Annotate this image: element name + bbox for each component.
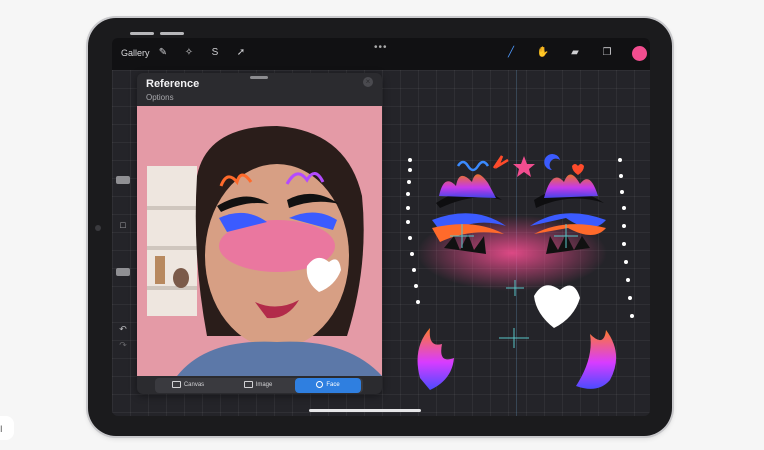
lightning-doodle bbox=[492, 155, 509, 169]
brush-icon[interactable]: ╱ bbox=[504, 46, 518, 60]
close-icon[interactable]: × bbox=[363, 77, 373, 87]
tab-image[interactable]: Image bbox=[225, 378, 291, 393]
reference-face-camera bbox=[137, 106, 382, 376]
heart-doodle bbox=[572, 164, 584, 175]
tab-canvas[interactable]: Canvas bbox=[155, 378, 221, 393]
right-flame-bottom bbox=[576, 330, 617, 389]
gallery-button[interactable]: Gallery bbox=[121, 48, 150, 58]
magic-wand-icon[interactable]: ✧ bbox=[182, 46, 196, 60]
home-indicator[interactable] bbox=[309, 409, 421, 412]
eraser-icon[interactable]: ▰ bbox=[568, 46, 582, 60]
left-flame-top bbox=[439, 174, 496, 198]
star-doodle bbox=[513, 156, 535, 177]
more-options-icon[interactable]: ••• bbox=[374, 42, 388, 53]
reference-panel: Reference Options × Canvas Image Face bbox=[137, 73, 382, 394]
redo-icon[interactable]: ↷ bbox=[117, 340, 129, 352]
white-heart bbox=[534, 285, 580, 328]
squiggle-doodle bbox=[456, 160, 490, 172]
panel-drag-handle[interactable] bbox=[250, 76, 268, 79]
options-link[interactable]: Options bbox=[146, 93, 174, 102]
smudge-icon[interactable]: ✋ bbox=[536, 46, 550, 60]
modify-button[interactable]: □ bbox=[117, 220, 129, 232]
left-flame-bottom bbox=[417, 328, 454, 390]
volume-button bbox=[160, 32, 184, 35]
color-picker-swatch[interactable] bbox=[632, 46, 647, 61]
opacity-slider[interactable] bbox=[116, 268, 130, 276]
edge-label: I bbox=[0, 424, 3, 434]
transform-arrow-icon[interactable]: ➚ bbox=[234, 46, 248, 60]
tab-face[interactable]: Face bbox=[295, 378, 361, 393]
procreate-screen: Gallery ✎ ✧ S ➚ ••• ╱ ✋ ▰ ❐ □ ↶ ↷ Refere… bbox=[112, 38, 650, 416]
top-toolbar: Gallery ✎ ✧ S ➚ ••• ╱ ✋ ▰ ❐ bbox=[112, 38, 650, 70]
reference-mode-tabs: Canvas Image Face bbox=[155, 378, 363, 393]
volume-button bbox=[130, 32, 154, 35]
undo-icon[interactable]: ↶ bbox=[117, 324, 129, 336]
panel-title: Reference bbox=[146, 78, 200, 90]
moon-doodle bbox=[544, 154, 560, 170]
face-paint-artwork[interactable] bbox=[384, 108, 646, 408]
layers-icon[interactable]: ❐ bbox=[600, 46, 614, 60]
front-camera bbox=[95, 225, 101, 231]
wrench-icon[interactable]: ✎ bbox=[156, 46, 170, 60]
right-flame-top bbox=[544, 174, 598, 198]
brush-size-slider[interactable] bbox=[116, 176, 130, 184]
selection-icon[interactable]: S bbox=[208, 46, 222, 60]
left-sidebar: □ ↶ ↷ bbox=[112, 124, 134, 350]
